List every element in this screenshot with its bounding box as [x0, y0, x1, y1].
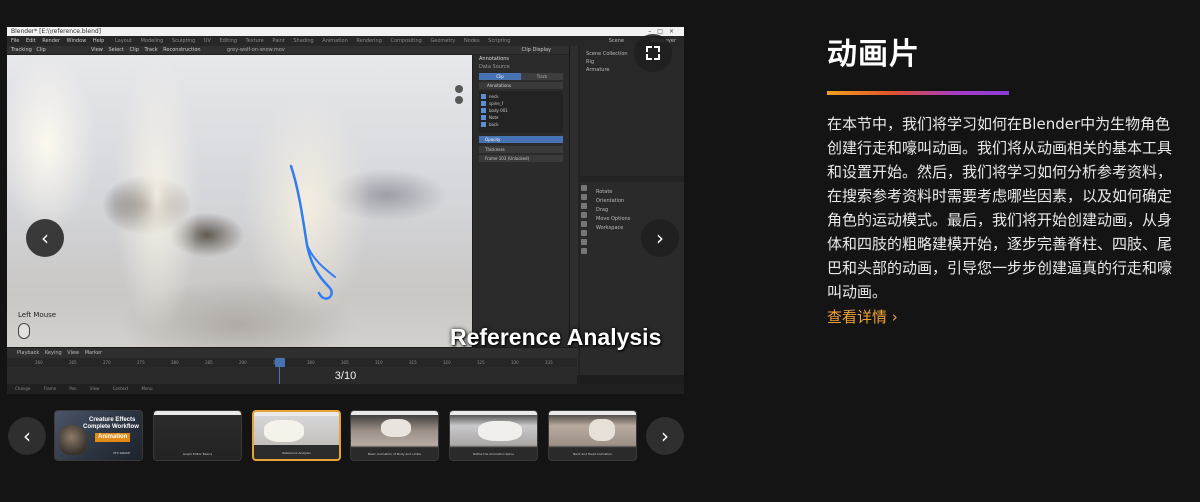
thumbnail-caption: Refine the Animation Spine [473, 452, 514, 456]
blender-menu-bar: File Edit Render Window Help Layout Mode… [7, 36, 684, 46]
thumbnail-3-active[interactable]: Reference Analysis [252, 410, 341, 461]
ruler-tick: 280 [171, 360, 179, 365]
window-title: Blender* [E:\\reference.blend] [11, 28, 102, 35]
ruler-tick: 265 [69, 360, 77, 365]
ruler-tick: 330 [511, 360, 519, 365]
viewport-tools [455, 85, 465, 107]
chevron-right-icon: › [661, 424, 669, 448]
annotation-layer-row[interactable]: Annotations [479, 82, 563, 89]
list-item[interactable]: neck [481, 93, 561, 100]
thumbnails-prev-button[interactable]: ‹ [8, 417, 46, 455]
panel-subtitle: Data Source [479, 64, 510, 70]
data-source-toggle: Clip Track [479, 73, 563, 80]
blender-title-bar: Blender* [E:\\reference.blend] –□× [7, 27, 684, 36]
opacity-slider[interactable]: Opacity [479, 136, 563, 143]
ruler-tick: 270 [103, 360, 111, 365]
thumbnail-2[interactable]: Graph Editor Basics [153, 410, 242, 461]
next-slide-button[interactable]: › [641, 219, 679, 257]
section-description: 在本节中，我们将学习如何在Blender中为生物角色创建行走和嚎叫动画。我们将从… [827, 115, 1173, 301]
thumbnail-6[interactable]: Neck and Head Animation [548, 410, 637, 461]
property-item[interactable]: Drag [580, 206, 684, 215]
ruler-tick: 310 [375, 360, 383, 365]
mouse-icon [18, 323, 30, 339]
output-icon[interactable] [581, 203, 587, 209]
thumbnail-caption: Graph Editor Basics [182, 452, 213, 456]
ruler-tick: 325 [477, 360, 485, 365]
outliner-item[interactable]: Armature [580, 66, 684, 74]
title-accent-bar [827, 91, 1009, 95]
timeline-ruler[interactable]: 2602652702752802852902953003053103153203… [7, 358, 577, 367]
render-icon[interactable] [581, 194, 587, 200]
ruler-tick: 305 [341, 360, 349, 365]
ruler-tick: 335 [545, 360, 553, 365]
clip-preview: Left Mouse [7, 55, 472, 375]
slide-counter: 3/10 [334, 370, 357, 382]
thumbnail-5[interactable]: Refine the Animation Spine [449, 410, 538, 461]
status-bar: Change Frame Pan View Context Menu [7, 384, 684, 394]
blender-main-menu: File Edit Render Window Help [11, 38, 105, 44]
modifier-icon[interactable] [581, 239, 587, 245]
mouse-hint-label: Left Mouse [18, 311, 57, 319]
clip-file-name: grey-wolf-on-snow.mov [227, 47, 285, 53]
view-details-link[interactable]: 查看详情 › [827, 307, 898, 327]
chevron-left-icon: ‹ [23, 424, 31, 448]
tool-icon[interactable] [581, 185, 587, 191]
ruler-tick: 260 [35, 360, 43, 365]
thumbnail-4[interactable]: Basic Animation of Body and Limbs [350, 410, 439, 461]
brand-logo: VFX GRACE [113, 451, 131, 455]
outliner: Scene Collection Rig Armature [580, 46, 684, 176]
property-item[interactable]: Orientation [580, 197, 684, 206]
chevron-right-icon: › [656, 226, 664, 250]
thumbnail-title-line2: Complete Workflow [83, 424, 139, 430]
clip-display-menu: Clip Display [521, 47, 551, 53]
course-section: Blender* [E:\\reference.blend] –□× File … [0, 0, 1200, 502]
pan-icon[interactable] [455, 96, 463, 104]
list-item[interactable]: Note [481, 114, 561, 121]
workspace-tabs: Layout Modeling Sculpting UV Editing Tex… [115, 38, 511, 44]
chevron-left-icon: ‹ [41, 226, 49, 250]
section-title: 动画片 [827, 37, 920, 72]
thumbnail-title-line1: Creature Effects [89, 417, 136, 423]
thumbnail-caption: Reference Analysis [282, 451, 311, 455]
list-item[interactable]: spine_f [481, 100, 561, 107]
ruler-tick: 290 [239, 360, 247, 365]
editor-menu: View Select Clip Track Reconstruction [91, 47, 201, 53]
constraint-icon[interactable] [581, 248, 587, 254]
clip-editor-header: Tracking Clip View Select Clip Track Rec… [7, 46, 569, 55]
property-item[interactable]: Rotate [580, 188, 684, 197]
ruler-tick: 275 [137, 360, 145, 365]
ruler-tick: 300 [307, 360, 315, 365]
thumbnail-caption: Basic Animation of Body and Limbs [367, 452, 421, 456]
prev-slide-button[interactable]: ‹ [26, 219, 64, 257]
property-tab-icons [580, 182, 588, 282]
ruler-tick: 285 [205, 360, 213, 365]
toggle-clip[interactable]: Clip [479, 73, 521, 80]
editor-mode: Tracking Clip [11, 47, 46, 53]
toggle-track[interactable]: Track [521, 73, 563, 80]
list-item[interactable]: back [481, 121, 561, 128]
ruler-tick: 315 [409, 360, 417, 365]
media-viewer[interactable]: Blender* [E:\\reference.blend] –□× File … [7, 27, 684, 394]
thumbnail-caption: Neck and Head Animation [572, 452, 613, 456]
fullscreen-button[interactable] [634, 34, 672, 72]
panel-title: Annotations [479, 56, 510, 62]
ruler-tick: 320 [443, 360, 451, 365]
thickness-field[interactable]: Thickness [479, 146, 563, 153]
thumbnails-next-button[interactable]: › [646, 417, 684, 455]
object-icon[interactable] [581, 230, 587, 236]
frame-field[interactable]: Frame 103 (Unlocked) [479, 155, 563, 162]
zoom-icon[interactable] [455, 85, 463, 93]
thumbnail-1[interactable]: Creature Effects Complete Workflow Anima… [54, 410, 143, 461]
annotation-stroke [289, 164, 336, 300]
playhead[interactable] [275, 358, 285, 367]
scene-selector: Scene [608, 38, 624, 44]
list-item[interactable]: body 001 [481, 107, 561, 114]
timeline-menu: Playback Keying View Marker [7, 348, 577, 358]
world-icon[interactable] [581, 221, 587, 227]
thumbnail-badge: Animation [95, 433, 131, 442]
scene-icon[interactable] [581, 212, 587, 218]
annotation-layer-list: neck spine_f body 001 Note back [479, 91, 563, 133]
